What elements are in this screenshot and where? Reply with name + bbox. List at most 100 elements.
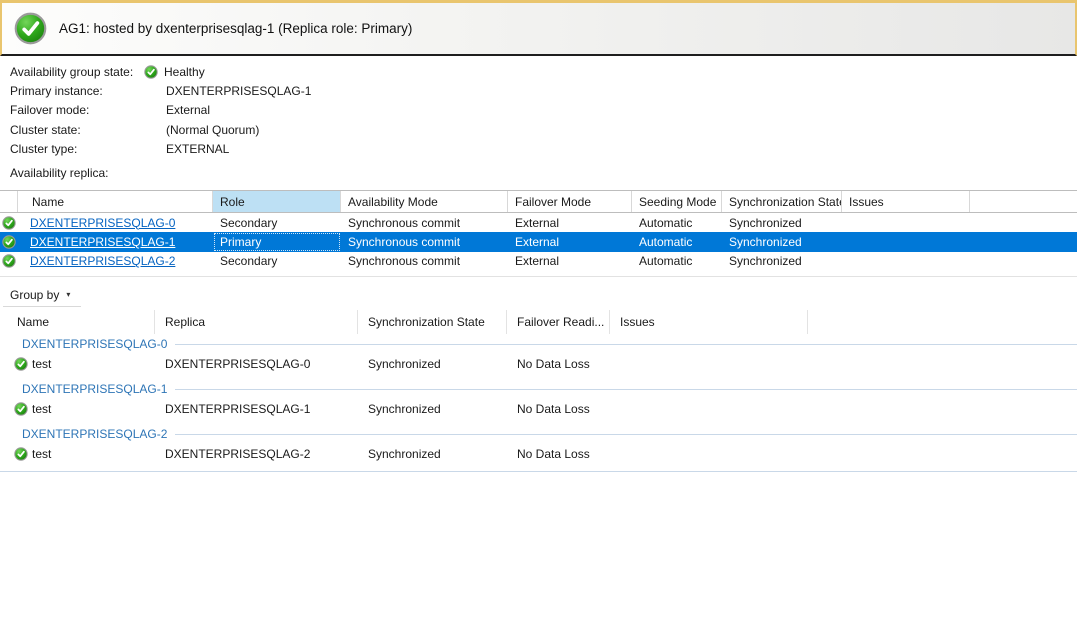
detail-value: External — [166, 103, 210, 117]
replica-issues — [842, 213, 970, 232]
replica-synchronization-state: Synchronized — [722, 252, 842, 271]
group-header-2[interactable]: DXENTERPRISESQLAG-2 — [0, 426, 1077, 442]
detail-label: Cluster type: — [10, 142, 144, 156]
replica-role: Primary — [213, 232, 341, 251]
replica-failover-mode: External — [508, 232, 632, 251]
healthy-check-icon — [2, 216, 16, 230]
replica-role: Secondary — [213, 252, 341, 271]
databases-table: Name Replica Synchronization State Failo… — [0, 310, 1077, 472]
availability-replica-label: Availability replica: — [10, 166, 109, 180]
group-name: DXENTERPRISESQLAG-0 — [22, 337, 167, 351]
replica-row-1-selected[interactable]: DXENTERPRISESQLAG-1 Primary Synchronous … — [0, 232, 1077, 251]
database-replica: DXENTERPRISESQLAG-2 — [155, 442, 358, 465]
detail-label: Availability group state: — [10, 65, 144, 79]
databases-table-end-rule — [0, 471, 1077, 472]
database-issues — [610, 397, 808, 420]
replica-seeding-mode: Automatic — [632, 252, 722, 271]
detail-row-cluster-type: Cluster type: EXTERNAL — [10, 139, 311, 158]
group-by-dropdown[interactable]: Group by ▾ — [3, 283, 81, 307]
replica-table-bottom-divider — [0, 276, 1077, 277]
column-header-issues[interactable]: Issues — [842, 191, 970, 212]
replica-row-2[interactable]: DXENTERPRISESQLAG-2 Secondary Synchronou… — [0, 252, 1077, 271]
detail-value: (Normal Quorum) — [166, 123, 259, 137]
database-name: test — [32, 447, 51, 461]
database-synchronization-state: Synchronized — [358, 442, 507, 465]
healthy-check-icon — [14, 357, 28, 371]
page-title: AG1: hosted by dxenterprisesqlag-1 (Repl… — [59, 21, 412, 36]
healthy-check-icon — [2, 235, 16, 249]
availability-replica-table: Name Role Availability Mode Failover Mod… — [0, 190, 1077, 271]
column-header-availability-mode[interactable]: Availability Mode — [341, 191, 508, 212]
database-row[interactable]: test DXENTERPRISESQLAG-2 Synchronized No… — [0, 442, 1077, 465]
column-header-failover-readiness[interactable]: Failover Readi... — [507, 310, 610, 334]
ag-details-panel: Availability group state: Healthy Primar… — [10, 62, 311, 158]
detail-label: Primary instance: — [10, 84, 144, 98]
replica-issues — [842, 252, 970, 271]
group-header-0[interactable]: DXENTERPRISESQLAG-0 — [0, 336, 1077, 352]
group-name: DXENTERPRISESQLAG-1 — [22, 382, 167, 396]
replica-name-link[interactable]: DXENTERPRISESQLAG-0 — [30, 216, 175, 230]
replica-role: Secondary — [213, 213, 341, 232]
replica-failover-mode: External — [508, 252, 632, 271]
database-failover-readiness: No Data Loss — [507, 352, 610, 375]
group-by-label: Group by — [10, 288, 59, 302]
replica-name-link[interactable]: DXENTERPRISESQLAG-2 — [30, 254, 175, 268]
detail-value: DXENTERPRISESQLAG-1 — [166, 84, 311, 98]
column-header-replica[interactable]: Replica — [155, 310, 358, 334]
replica-table-header: Name Role Availability Mode Failover Mod… — [0, 190, 1077, 213]
replica-synchronization-state: Synchronized — [722, 232, 842, 251]
detail-row-primary-instance: Primary instance: DXENTERPRISESQLAG-1 — [10, 81, 311, 100]
detail-label: Cluster state: — [10, 123, 144, 137]
column-header-name[interactable]: Name — [18, 191, 213, 212]
column-header-name[interactable]: Name — [0, 310, 155, 334]
replica-seeding-mode: Automatic — [632, 213, 722, 232]
healthy-check-icon — [2, 254, 16, 268]
replica-row-0[interactable]: DXENTERPRISESQLAG-0 Secondary Synchronou… — [0, 213, 1077, 232]
group-header-1[interactable]: DXENTERPRISESQLAG-1 — [0, 381, 1077, 397]
database-replica: DXENTERPRISESQLAG-0 — [155, 352, 358, 375]
database-replica: DXENTERPRISESQLAG-1 — [155, 397, 358, 420]
detail-value: Healthy — [164, 65, 205, 79]
replica-synchronization-state: Synchronized — [722, 213, 842, 232]
detail-row-group-state: Availability group state: Healthy — [10, 62, 311, 81]
group-rule — [175, 434, 1077, 435]
database-row[interactable]: test DXENTERPRISESQLAG-0 Synchronized No… — [0, 352, 1077, 375]
detail-value: EXTERNAL — [166, 142, 229, 156]
replica-issues — [842, 232, 970, 251]
replica-name-link[interactable]: DXENTERPRISESQLAG-1 — [30, 235, 175, 249]
detail-row-failover-mode: Failover mode: External — [10, 101, 311, 120]
replica-availability-mode: Synchronous commit — [341, 252, 508, 271]
healthy-status-icon — [14, 12, 47, 45]
healthy-check-icon — [14, 402, 28, 416]
chevron-down-icon: ▾ — [66, 290, 70, 299]
detail-row-cluster-state: Cluster state: (Normal Quorum) — [10, 120, 311, 139]
healthy-check-icon — [144, 65, 158, 79]
group-rule — [175, 344, 1077, 345]
replica-seeding-mode: Automatic — [632, 232, 722, 251]
healthy-check-icon — [14, 447, 28, 461]
column-header-icon — [0, 191, 18, 212]
database-name: test — [32, 357, 51, 371]
detail-label: Failover mode: — [10, 103, 144, 117]
group-name: DXENTERPRISESQLAG-2 — [22, 427, 167, 441]
column-header-empty — [970, 191, 1077, 212]
database-issues — [610, 442, 808, 465]
database-synchronization-state: Synchronized — [358, 397, 507, 420]
dashboard-header: AG1: hosted by dxenterprisesqlag-1 (Repl… — [0, 0, 1077, 56]
replica-failover-mode: External — [508, 213, 632, 232]
column-header-synchronization-state[interactable]: Synchronization State — [722, 191, 842, 212]
column-header-synchronization-state[interactable]: Synchronization State — [358, 310, 507, 334]
databases-table-header: Name Replica Synchronization State Failo… — [0, 310, 1077, 334]
database-name: test — [32, 402, 51, 416]
replica-availability-mode: Synchronous commit — [341, 213, 508, 232]
column-header-issues[interactable]: Issues — [610, 310, 808, 334]
group-rule — [175, 389, 1077, 390]
replica-availability-mode: Synchronous commit — [341, 232, 508, 251]
database-row[interactable]: test DXENTERPRISESQLAG-1 Synchronized No… — [0, 397, 1077, 420]
database-failover-readiness: No Data Loss — [507, 397, 610, 420]
column-header-failover-mode[interactable]: Failover Mode — [508, 191, 632, 212]
column-header-seeding-mode[interactable]: Seeding Mode — [632, 191, 722, 212]
column-header-role[interactable]: Role — [213, 191, 341, 212]
database-synchronization-state: Synchronized — [358, 352, 507, 375]
database-issues — [610, 352, 808, 375]
